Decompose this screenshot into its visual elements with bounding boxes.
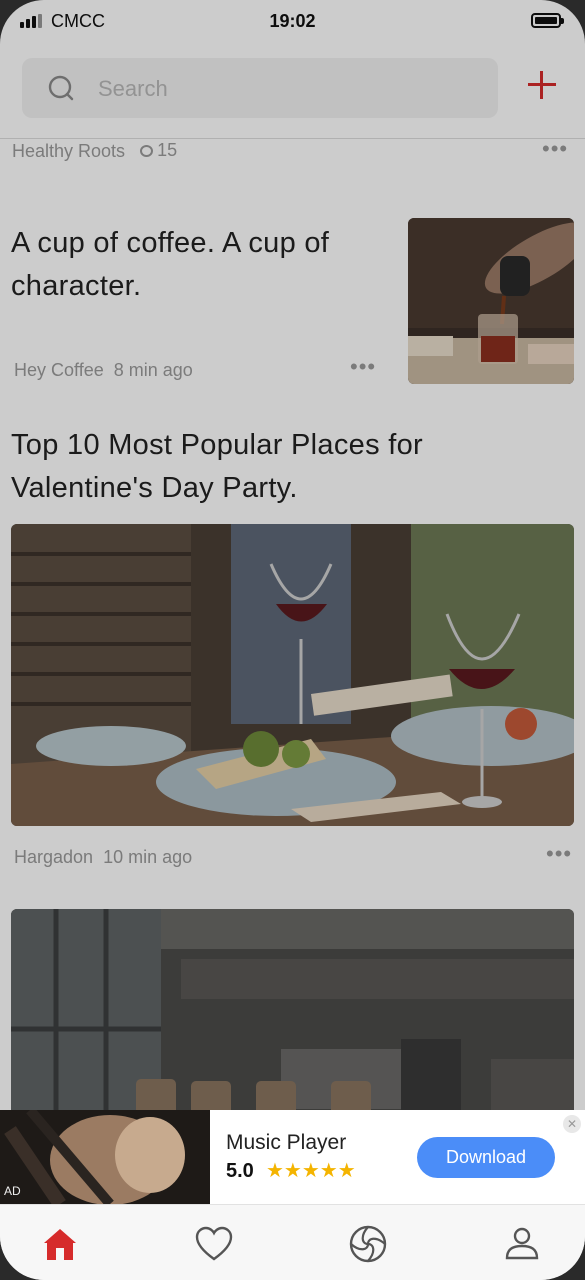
prev-item-author: Healthy Roots xyxy=(12,140,126,161)
article-meta: Hargadon 10 min ago xyxy=(14,847,202,868)
add-post-button[interactable] xyxy=(527,70,557,100)
more-options-icon[interactable]: ••• xyxy=(350,356,376,378)
search-bar[interactable] xyxy=(22,58,498,118)
aperture-icon[interactable] xyxy=(348,1224,388,1264)
article-title[interactable]: A cup of coffee. A cup of character. xyxy=(11,222,396,308)
prev-item-comments: 15 xyxy=(140,140,177,161)
prev-item-meta: Healthy Roots 15 xyxy=(12,140,187,162)
search-header xyxy=(0,44,585,139)
cafe-interior-image xyxy=(11,909,574,1119)
article-image[interactable] xyxy=(11,909,574,1119)
news-feed[interactable]: Healthy Roots 15 ••• A cup of coffee. A … xyxy=(0,138,585,1280)
comment-icon xyxy=(140,144,154,157)
restaurant-table-image xyxy=(11,524,574,826)
status-bar: CMCC 19:02 xyxy=(0,0,585,44)
article-time: 10 min ago xyxy=(103,847,193,867)
home-icon[interactable] xyxy=(40,1224,80,1264)
search-input[interactable] xyxy=(96,70,480,108)
more-options-icon[interactable]: ••• xyxy=(546,843,572,865)
battery-icon xyxy=(531,13,564,28)
article-author: Hey Coffee xyxy=(14,360,104,380)
search-icon xyxy=(48,75,74,101)
clock: 19:02 xyxy=(269,11,316,31)
article-title[interactable]: Top 10 Most Popular Places for Valentine… xyxy=(11,424,571,510)
guitar-image xyxy=(0,1110,210,1204)
phone-screen: CMCC 19:02 Healthy Roots 15 ••• A cup of… xyxy=(0,0,585,1280)
star-rating-icon: ★★★★★ xyxy=(266,1160,356,1182)
article-thumbnail[interactable] xyxy=(408,218,574,384)
ad-label: AD xyxy=(4,1184,21,1198)
article-image[interactable] xyxy=(11,524,574,826)
ad-thumbnail[interactable]: AD xyxy=(0,1110,210,1204)
download-button[interactable]: Download xyxy=(417,1137,555,1178)
article-meta: Hey Coffee 8 min ago xyxy=(14,360,203,381)
article-author: Hargadon xyxy=(14,847,94,867)
ad-app-name: Music Player xyxy=(226,1131,347,1154)
more-options-icon[interactable]: ••• xyxy=(542,138,568,160)
close-ad-icon[interactable]: ✕ xyxy=(563,1115,581,1133)
user-icon[interactable] xyxy=(502,1224,542,1264)
ad-banner[interactable]: AD Music Player 5.0 ★★★★★ Download ✕ xyxy=(0,1110,585,1204)
heart-icon[interactable] xyxy=(194,1224,234,1264)
article-time: 8 min ago xyxy=(113,360,193,380)
tab-bar xyxy=(0,1204,585,1280)
coffee-image xyxy=(408,218,574,384)
ad-rating: 5.0 xyxy=(226,1160,254,1182)
